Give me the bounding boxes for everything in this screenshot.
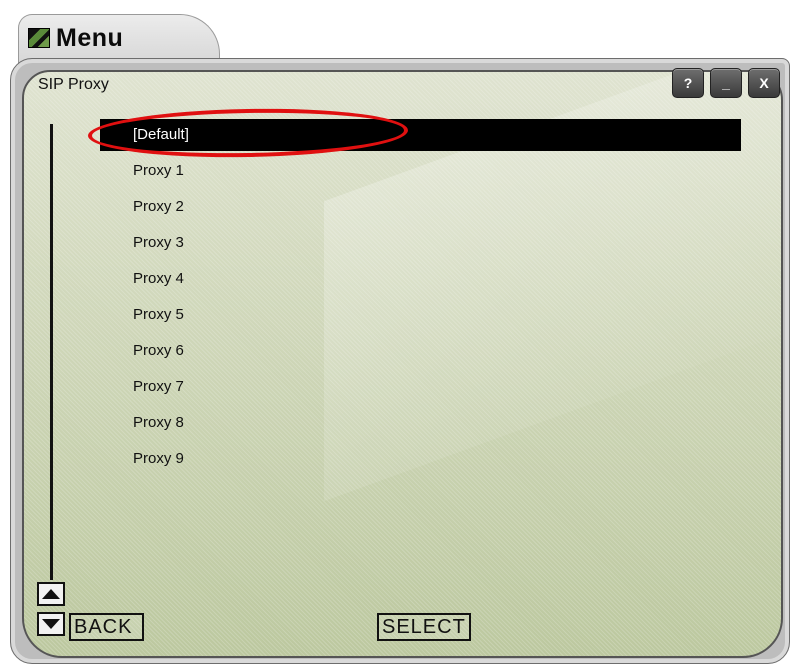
menu-app-icon	[28, 28, 50, 48]
scroll-down-button[interactable]	[37, 612, 65, 636]
list-item-proxy-5[interactable]: Proxy 5	[100, 299, 741, 335]
list-item-proxy-8[interactable]: Proxy 8	[100, 407, 741, 443]
proxy-list: [Default] Proxy 1 Proxy 2 Proxy 3 Proxy …	[100, 119, 741, 479]
menu-title-bar: Menu	[28, 24, 123, 52]
scrollbar-track[interactable]	[50, 124, 53, 580]
close-button[interactable]: X	[748, 68, 780, 98]
screen-title: SIP Proxy	[38, 76, 109, 93]
list-item-proxy-4[interactable]: Proxy 4	[100, 263, 741, 299]
select-softkey[interactable]: SELECT	[377, 613, 471, 641]
arrow-up-icon	[42, 589, 60, 599]
list-item-proxy-6[interactable]: Proxy 6	[100, 335, 741, 371]
list-item-proxy-3[interactable]: Proxy 3	[100, 227, 741, 263]
help-button[interactable]: ?	[672, 68, 704, 98]
list-item-proxy-9[interactable]: Proxy 9	[100, 443, 741, 479]
list-item-proxy-1[interactable]: Proxy 1	[100, 155, 741, 191]
arrow-down-icon	[42, 619, 60, 629]
back-softkey[interactable]: BACK	[69, 613, 144, 641]
scroll-up-button[interactable]	[37, 582, 65, 606]
minimize-button[interactable]: _	[710, 68, 742, 98]
list-item-proxy-2[interactable]: Proxy 2	[100, 191, 741, 227]
list-item-proxy-7[interactable]: Proxy 7	[100, 371, 741, 407]
menu-title: Menu	[56, 23, 124, 52]
